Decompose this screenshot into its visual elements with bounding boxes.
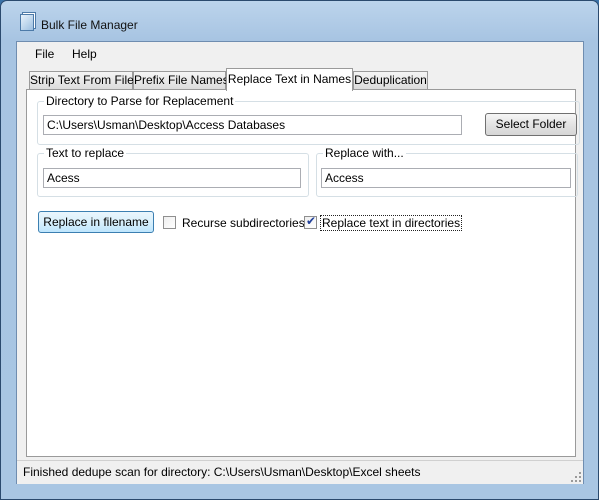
app-window: Bulk File Manager File Help Strip Text F…: [0, 0, 599, 500]
checkmark-icon: ✔: [306, 214, 317, 228]
tab-replace-text-in-names[interactable]: Replace Text in Names: [226, 68, 353, 91]
replace-text-in-directories-label[interactable]: Replace text in directories: [320, 215, 463, 231]
tab-prefix-file-names[interactable]: Prefix File Names: [133, 71, 229, 89]
directory-group-label: Directory to Parse for Replacement: [44, 94, 236, 108]
app-window-icon: [20, 14, 34, 31]
client-area: File Help Strip Text From Files Prefix F…: [16, 41, 584, 484]
replace-with-label: Replace with...: [323, 146, 406, 160]
directory-path-input[interactable]: C:\Users\Usman\Desktop\Access Databases: [43, 115, 462, 135]
replace-in-filename-button[interactable]: Replace in filename: [38, 211, 154, 233]
replace-text-in-directories-checkbox[interactable]: ✔: [304, 214, 317, 229]
window-title: Bulk File Manager: [41, 18, 138, 32]
resize-grip-icon[interactable]: [571, 472, 581, 482]
recurse-subdirectories-label[interactable]: Recurse subdirectories: [182, 216, 305, 230]
tab-strip-text[interactable]: Strip Text From Files: [29, 71, 140, 89]
menu-help[interactable]: Help: [72, 47, 97, 61]
recurse-subdirectories-checkbox[interactable]: [163, 216, 176, 229]
replace-text-panel: Directory to Parse for Replacement C:\Us…: [26, 89, 580, 457]
text-to-replace-input[interactable]: Acess: [43, 168, 301, 188]
menu-bar: File Help: [17, 42, 583, 66]
tab-deduplication[interactable]: Deduplication: [353, 71, 428, 89]
status-text: Finished dedupe scan for directory: C:\U…: [23, 465, 421, 479]
title-bar[interactable]: Bulk File Manager: [1, 1, 598, 37]
menu-file[interactable]: File: [35, 47, 54, 61]
replace-with-input[interactable]: Access: [321, 168, 571, 188]
select-folder-button[interactable]: Select Folder: [485, 113, 577, 136]
status-bar: Finished dedupe scan for directory: C:\U…: [17, 460, 583, 484]
text-to-replace-label: Text to replace: [44, 146, 127, 160]
tab-strip: Strip Text From Files Prefix File Names …: [17, 68, 583, 91]
